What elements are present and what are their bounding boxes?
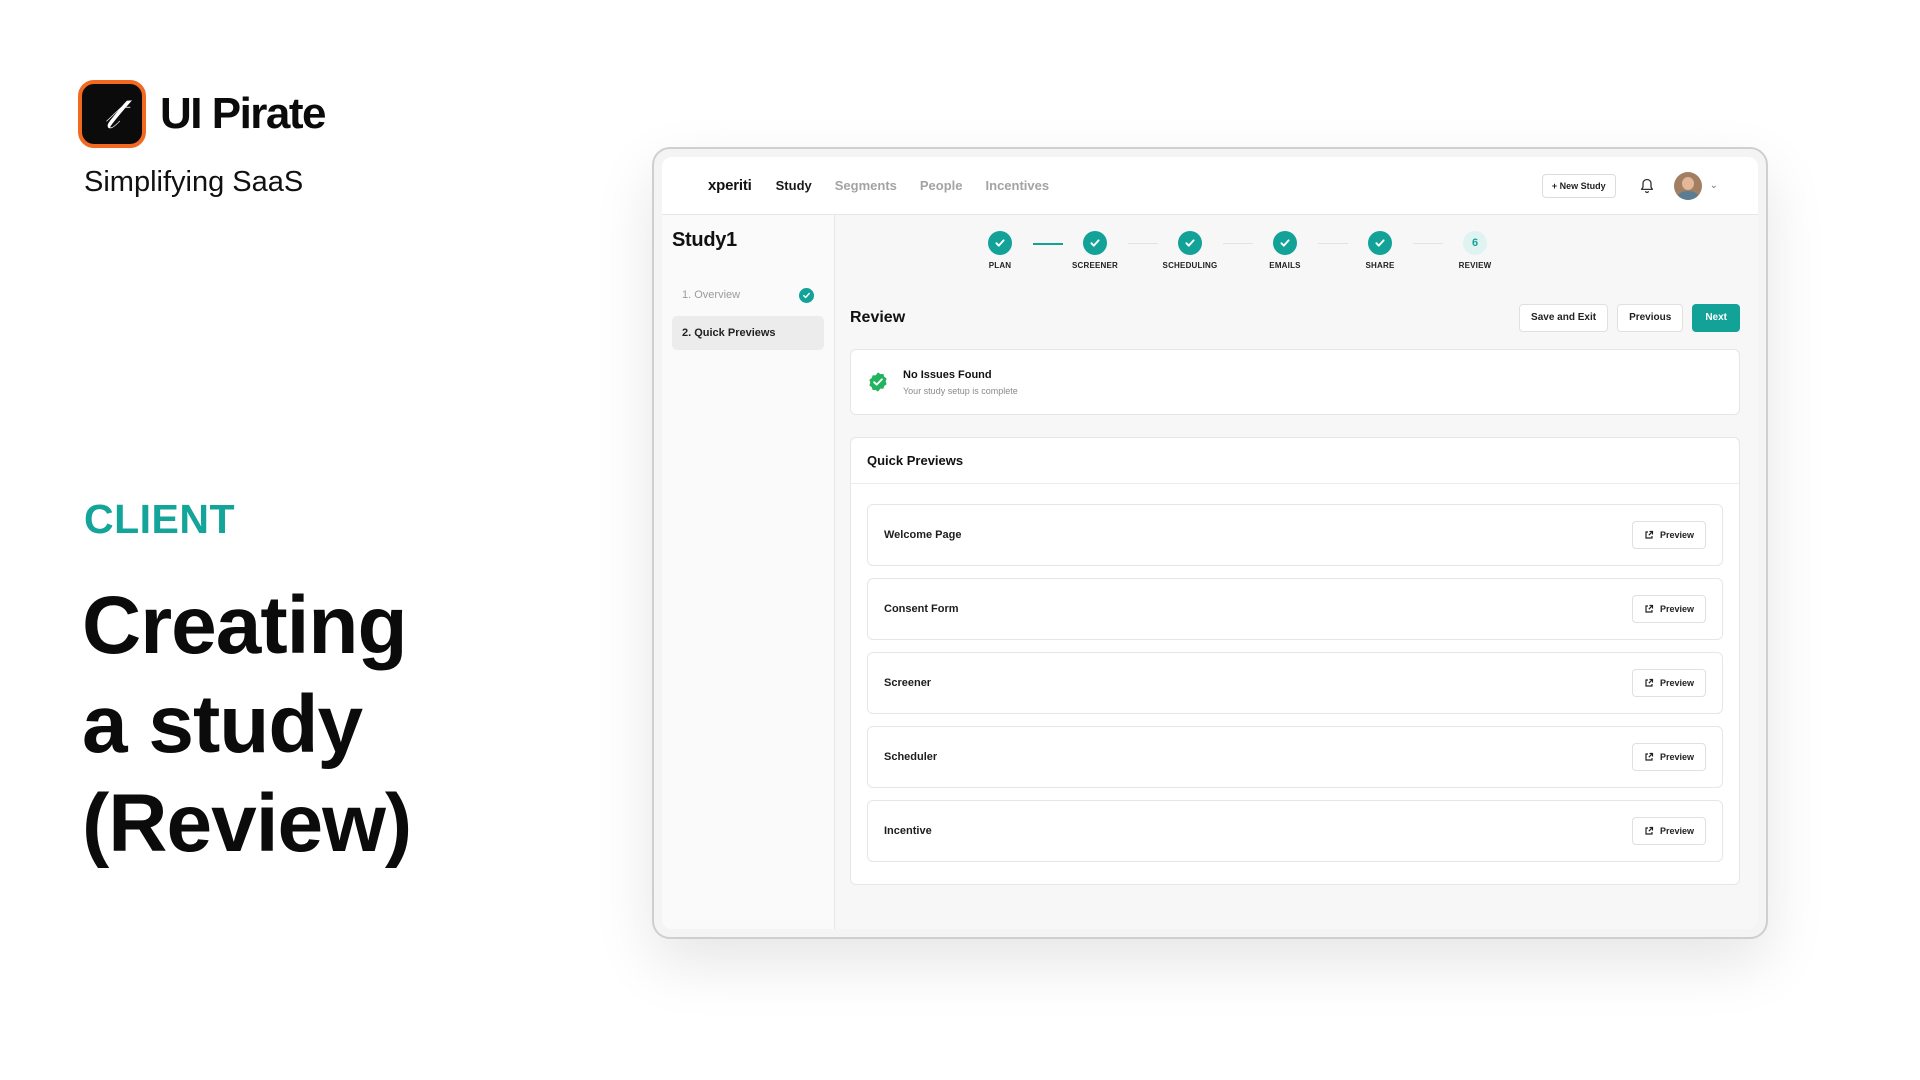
nav-incentives[interactable]: Incentives [986, 178, 1050, 193]
previous-button[interactable]: Previous [1617, 304, 1684, 332]
preview-button[interactable]: Preview [1631, 743, 1706, 771]
check-icon [1083, 231, 1107, 255]
step-screener[interactable]: SCREENER [1050, 231, 1140, 270]
status-card: No Issues Found Your study setup is comp… [850, 349, 1740, 415]
save-and-exit-button[interactable]: Save and Exit [1519, 304, 1609, 332]
preview-button[interactable]: Preview [1631, 595, 1706, 623]
check-icon [988, 231, 1012, 255]
main-content: PLAN SCREENER SCHEDULING EMAILS SHARE 6 … [836, 215, 1758, 929]
slide-headline: Creating a study (Review) [82, 576, 412, 873]
status-text: No Issues Found Your study setup is comp… [903, 369, 1018, 396]
headline-line-3: (Review) [82, 778, 412, 869]
sidebar-item-overview[interactable]: 1. Overview [672, 278, 824, 312]
app-logo[interactable]: xperiti [708, 177, 752, 194]
preview-button-label: Preview [1659, 678, 1694, 688]
avatar[interactable] [1673, 171, 1702, 200]
study-sidebar: Study1 1. Overview 2. Quick Previews [662, 215, 835, 929]
quick-previews-card: Quick Previews Welcome Page Preview Cons… [850, 437, 1740, 885]
step-label: REVIEW [1458, 261, 1492, 270]
preview-button-label: Preview [1659, 826, 1694, 836]
step-label: EMAILS [1269, 261, 1301, 270]
check-icon [1178, 231, 1202, 255]
app-frame: xperiti Study Segments People Incentives… [662, 157, 1758, 929]
app-window: xperiti Study Segments People Incentives… [652, 147, 1768, 939]
step-label: SHARE [1365, 261, 1395, 270]
step-label: SCHEDULING [1162, 261, 1218, 270]
action-buttons: Save and Exit Previous Next [1510, 304, 1740, 332]
preview-item-name: Scheduler [884, 751, 938, 763]
next-button[interactable]: Next [1692, 304, 1740, 332]
study-title: Study1 [672, 229, 737, 251]
external-link-icon [1645, 678, 1654, 687]
sidebar-item-quick-previews[interactable]: 2. Quick Previews [672, 316, 824, 350]
quick-previews-title: Quick Previews [851, 438, 1739, 484]
quick-previews-list: Welcome Page Preview Consent Form Previe… [851, 484, 1739, 862]
check-icon [1368, 231, 1392, 255]
brand-name: UI Pirate [160, 89, 327, 138]
preview-button[interactable]: Preview [1631, 669, 1706, 697]
page-title: Review [850, 309, 906, 326]
verified-badge-icon [869, 372, 887, 392]
sidebar-item-label: 2. Quick Previews [682, 327, 776, 339]
step-plan[interactable]: PLAN [955, 231, 1045, 270]
progress-stepper: PLAN SCREENER SCHEDULING EMAILS SHARE 6 … [850, 215, 1740, 293]
headline-line-1: Creating [82, 580, 408, 671]
step-review[interactable]: 6 REVIEW [1430, 231, 1520, 270]
preview-button-label: Preview [1659, 530, 1694, 540]
step-label: SCREENER [1071, 261, 1119, 270]
preview-item-name: Consent Form [884, 603, 959, 615]
bell-icon[interactable] [1640, 178, 1654, 194]
step-scheduling[interactable]: SCHEDULING [1145, 231, 1235, 270]
preview-row-screener: Screener Preview [867, 652, 1723, 714]
external-link-icon [1645, 826, 1654, 835]
headline-line-2: a study [82, 679, 363, 770]
nav-people[interactable]: People [920, 178, 963, 193]
external-link-icon [1645, 530, 1654, 539]
brand: 𝓉 UI Pirate [78, 80, 327, 148]
preview-button-label: Preview [1659, 752, 1694, 762]
preview-item-name: Incentive [884, 825, 932, 837]
step-label: PLAN [988, 261, 1012, 270]
preview-row-consent-form: Consent Form Preview [867, 578, 1723, 640]
step-number: 6 [1463, 231, 1487, 255]
preview-button[interactable]: Preview [1631, 817, 1706, 845]
sidebar-item-label: 1. Overview [682, 289, 741, 301]
status-title: No Issues Found [903, 368, 992, 381]
nav-study[interactable]: Study [776, 178, 812, 193]
preview-button-label: Preview [1659, 604, 1694, 614]
brand-logo: 𝓉 [78, 80, 146, 148]
preview-row-welcome-page: Welcome Page Preview [867, 504, 1723, 566]
slide-category: CLIENT [84, 496, 236, 542]
preview-item-name: Screener [884, 677, 932, 689]
status-subtitle: Your study setup is complete [903, 385, 1018, 396]
brand-tagline: Simplifying SaaS [84, 166, 304, 198]
preview-button[interactable]: Preview [1631, 521, 1706, 549]
preview-row-scheduler: Scheduler Preview [867, 726, 1723, 788]
external-link-icon [1645, 752, 1654, 761]
new-study-button[interactable]: + New Study [1541, 173, 1616, 198]
preview-row-incentive: Incentive Preview [867, 800, 1723, 862]
external-link-icon [1645, 604, 1654, 613]
top-nav: xperiti Study Segments People Incentives… [662, 157, 1758, 215]
chevron-down-icon[interactable]: ⌄ [1710, 180, 1718, 191]
review-header: Review Save and Exit Previous Next [850, 301, 1740, 335]
nav-segments[interactable]: Segments [835, 178, 897, 193]
step-share[interactable]: SHARE [1335, 231, 1425, 270]
preview-item-name: Welcome Page [884, 529, 962, 541]
check-icon [1273, 231, 1297, 255]
check-circle-icon [799, 287, 814, 303]
step-emails[interactable]: EMAILS [1240, 231, 1330, 270]
brand-logo-glyph: 𝓉 [104, 88, 120, 139]
